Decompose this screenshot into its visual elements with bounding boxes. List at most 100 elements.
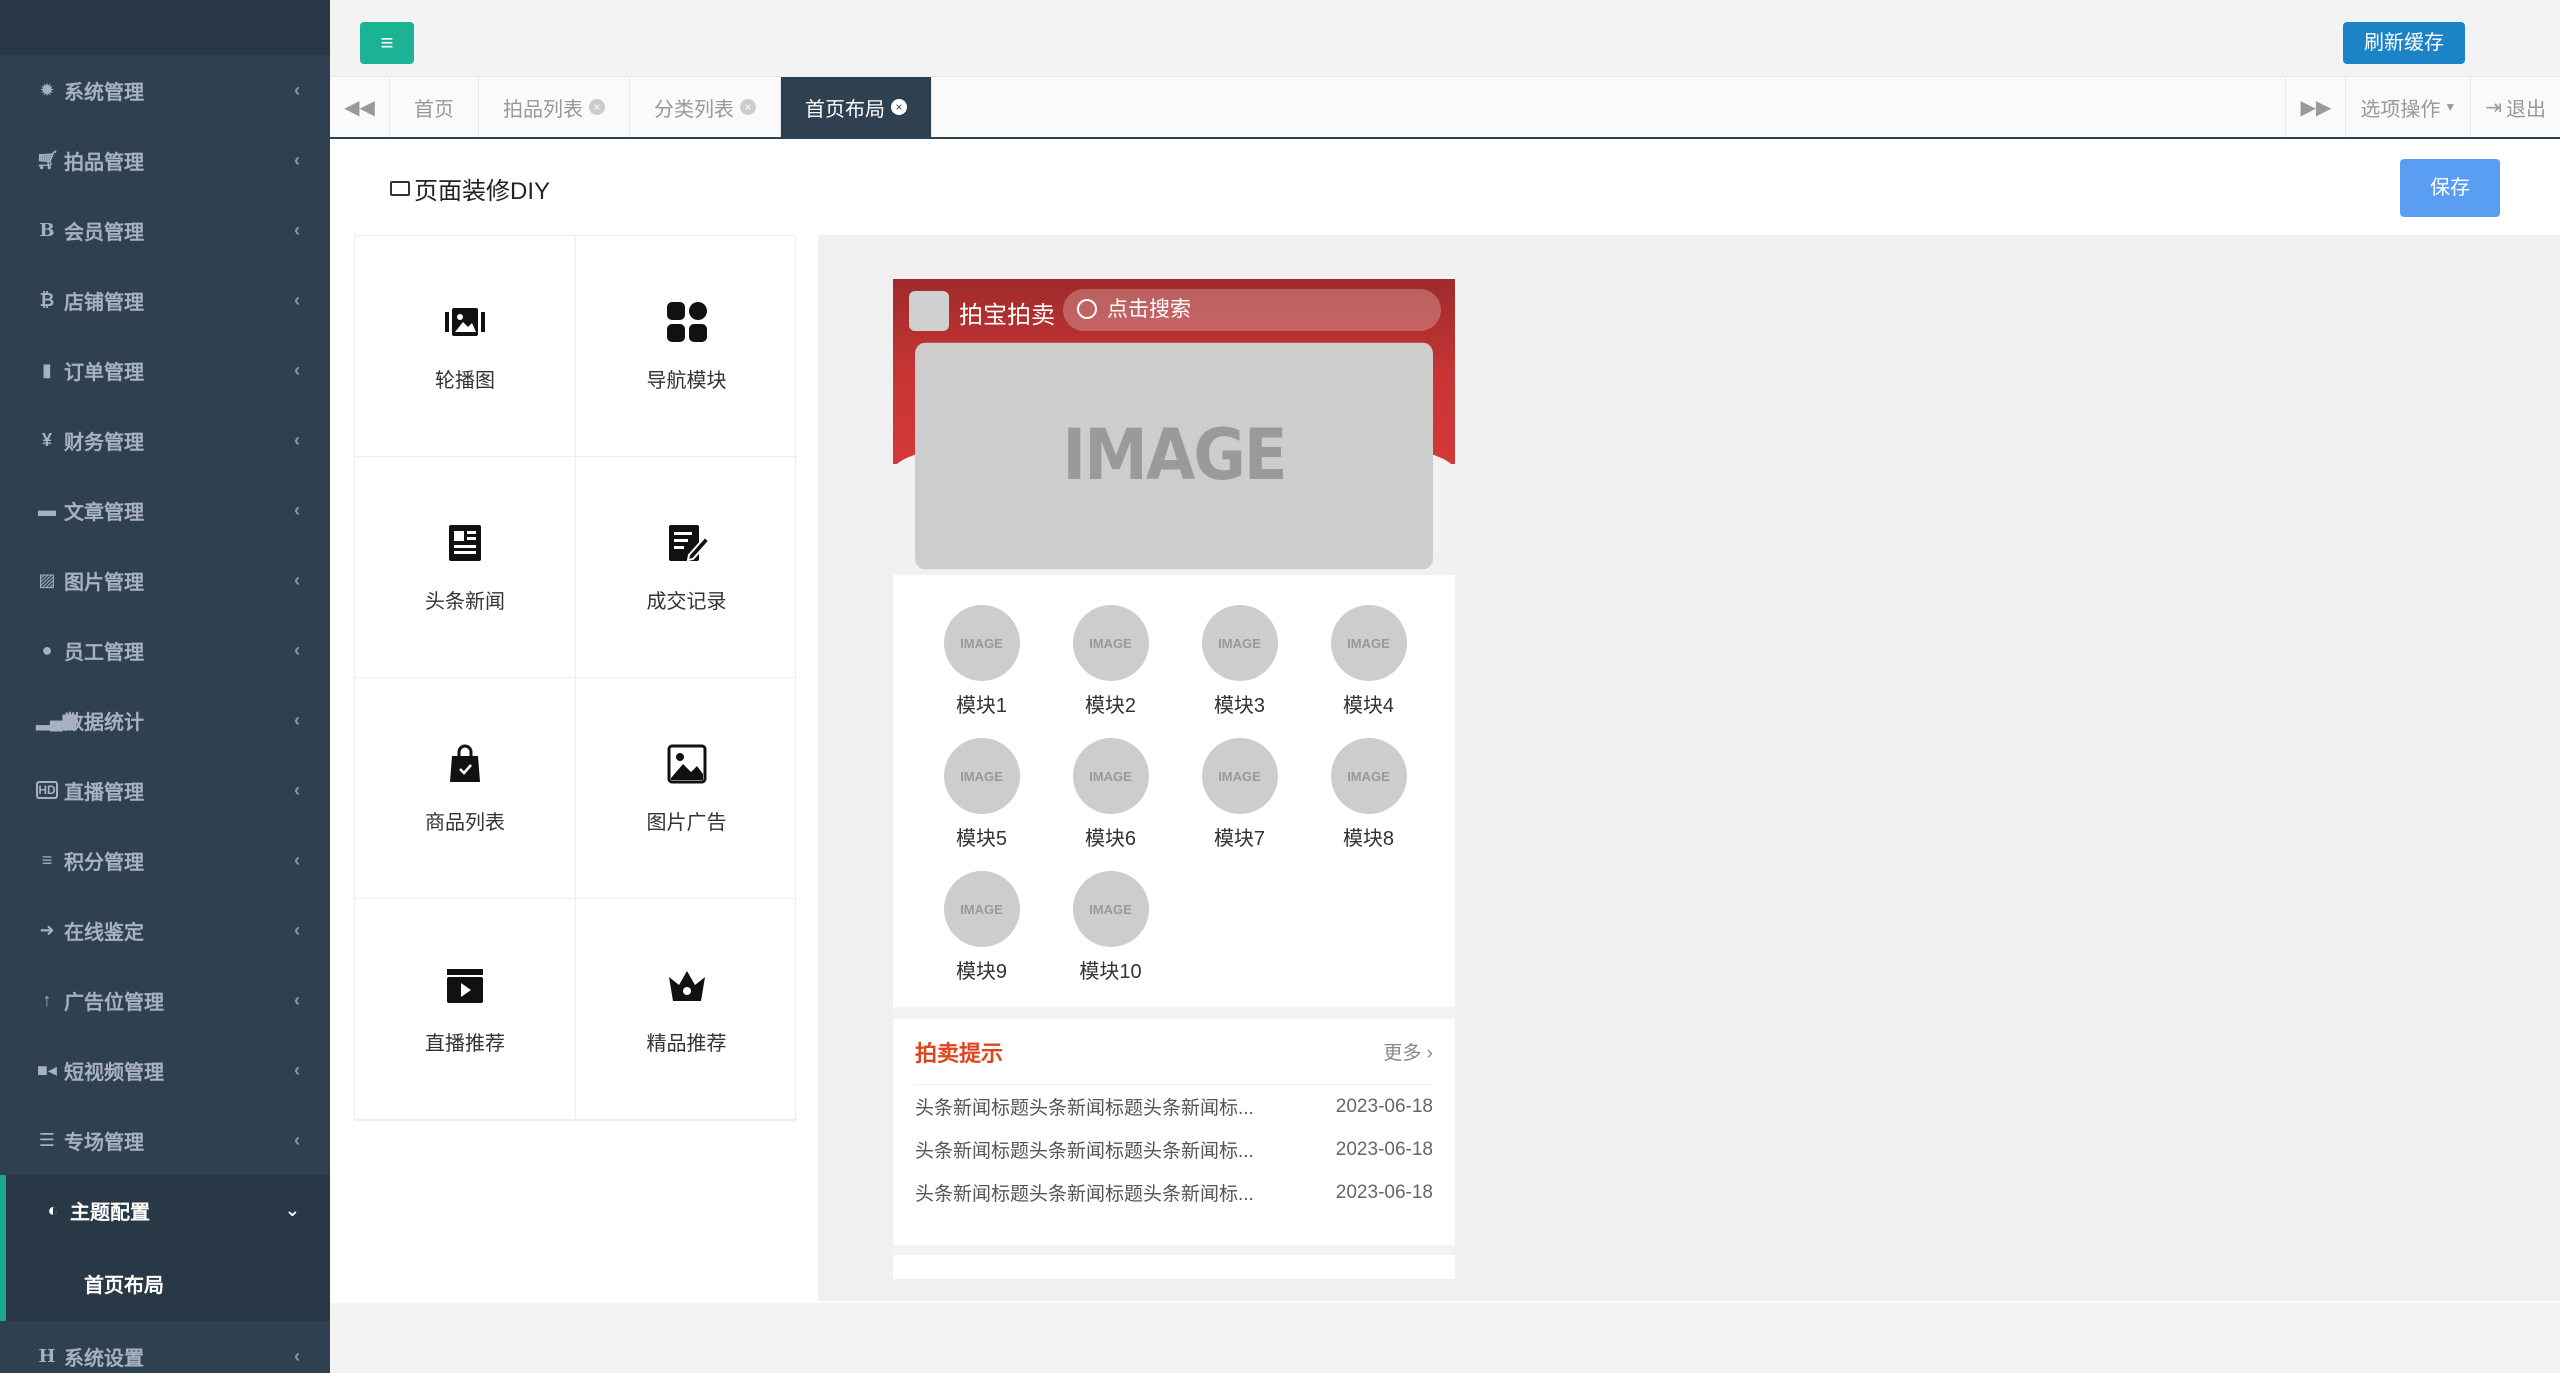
- sidebar-item-label: 会员管理: [64, 221, 144, 244]
- sidebar-item-lots[interactable]: 🛒︎ 拍品管理 ‹: [0, 125, 330, 195]
- list-icon: ☰: [38, 1129, 56, 1150]
- sidebar-item-orders[interactable]: ▮ 订单管理 ‹: [0, 335, 330, 405]
- page-header: 页面装修DIY 保存: [330, 139, 2560, 237]
- module-item[interactable]: IMAGE 模块3: [1175, 605, 1304, 718]
- close-icon[interactable]: ×: [891, 99, 907, 115]
- component-live-recommend[interactable]: 直播推荐: [355, 899, 576, 1120]
- menu-toggle-button[interactable]: ≡: [360, 22, 414, 64]
- chevron-down-icon: ⌄: [284, 1199, 300, 1220]
- chevron-left-icon: ‹: [294, 779, 300, 800]
- component-label: 直播推荐: [425, 1032, 505, 1055]
- page-title: 页面装修DIY: [414, 177, 551, 205]
- module-grid: IMAGE 模块1 IMAGE 模块2 IMAGE 模块3 IMAGE 模块4 IMAG…: [917, 605, 1455, 984]
- chevron-left-icon: ‹: [294, 919, 300, 940]
- tabs-scroll-left-button[interactable]: ◀◀: [330, 77, 390, 137]
- close-icon[interactable]: ×: [740, 99, 756, 115]
- component-palette: 轮播图 导航模块 头条新闻 成交记录 商品列表 图片广告 直播推荐 精品推荐: [354, 235, 797, 1121]
- options-dropdown[interactable]: 选项操作 ▼: [2345, 77, 2470, 137]
- chevron-right-icon: ›: [1421, 1043, 1433, 1064]
- sidebar-item-label: 员工管理: [64, 641, 144, 664]
- search-icon: [1077, 299, 1097, 319]
- sidebar-item-stats[interactable]: ▂▄▆ 数据统计 ‹: [0, 685, 330, 755]
- sidebar-item-label: 主题配置: [70, 1201, 150, 1224]
- component-product-list[interactable]: 商品列表: [355, 678, 576, 899]
- tab-category-list[interactable]: 分类列表 ×: [630, 77, 781, 137]
- sidebar-item-images[interactable]: ▨ 图片管理 ‹: [0, 545, 330, 615]
- sidebar-item-label: 数据统计: [64, 711, 144, 734]
- sidebar-item-label: 店铺管理: [64, 291, 144, 314]
- logout-label: 退出: [2506, 98, 2546, 121]
- module-item[interactable]: IMAGE 模块1: [917, 605, 1046, 718]
- component-headline-news[interactable]: 头条新闻: [355, 457, 576, 678]
- carousel-banner[interactable]: IMAGE: [915, 342, 1433, 570]
- tab-home[interactable]: 首页: [390, 77, 479, 137]
- more-link[interactable]: 更多 ›: [1383, 1038, 1433, 1065]
- sidebar-item-label: 系统设置: [64, 1347, 144, 1370]
- sidebar-item-label: 文章管理: [64, 501, 144, 524]
- sidebar-item-settings[interactable]: H 系统设置 ‹: [0, 1321, 330, 1373]
- save-button[interactable]: 保存: [2400, 159, 2500, 217]
- apps-icon: [666, 301, 707, 342]
- module-image: IMAGE: [1330, 738, 1407, 814]
- chevron-left-icon: ‹: [294, 1059, 300, 1080]
- tab-home-layout[interactable]: 首页布局 ×: [781, 77, 932, 137]
- sidebar-item-articles[interactable]: ▬ 文章管理 ‹: [0, 475, 330, 545]
- tabs-scroll-right-button[interactable]: ▶▶: [2285, 77, 2345, 137]
- sidebar-item-points[interactable]: ≡ 积分管理 ‹: [0, 825, 330, 895]
- logout-button[interactable]: ⇥ 退出: [2470, 77, 2560, 137]
- sidebar-item-short-video[interactable]: ■◂ 短视频管理 ‹: [0, 1035, 330, 1105]
- bold-icon: B: [39, 219, 55, 241]
- sidebar-subitem-home-layout[interactable]: 首页布局: [0, 1245, 330, 1321]
- news-row[interactable]: 头条新闻标题头条新闻标题头条新闻标... 2023-06-18: [915, 1085, 1433, 1128]
- close-icon[interactable]: ×: [589, 99, 605, 115]
- app-title: 拍宝拍卖: [959, 302, 1055, 329]
- sidebar-item-shops[interactable]: ₿ 店铺管理 ‹: [0, 265, 330, 335]
- sidebar-item-special[interactable]: ☰ 专场管理 ‹: [0, 1105, 330, 1175]
- news-row[interactable]: 头条新闻标题头条新闻标题头条新闻标... 2023-06-18: [915, 1128, 1433, 1171]
- module-item[interactable]: IMAGE 模块6: [1046, 738, 1175, 851]
- component-image-ad[interactable]: 图片广告: [576, 678, 797, 899]
- refresh-cache-button[interactable]: 刷新缓存: [2343, 22, 2465, 64]
- module-item[interactable]: IMAGE 模块7: [1175, 738, 1304, 851]
- sidebar-item-label: 广告位管理: [64, 991, 164, 1014]
- sidebar-item-ads[interactable]: ↑ 广告位管理 ‹: [0, 965, 330, 1035]
- component-deal-records[interactable]: 成交记录: [576, 457, 797, 678]
- sidebar-item-label: 订单管理: [64, 361, 144, 384]
- arrow-up-icon: ↑: [42, 989, 52, 1010]
- module-item[interactable]: IMAGE 模块5: [917, 738, 1046, 851]
- sidebar-item-members[interactable]: B 会员管理 ‹: [0, 195, 330, 265]
- module-item[interactable]: IMAGE 模块10: [1046, 871, 1175, 984]
- news-row[interactable]: 头条新闻标题头条新闻标题头条新闻标... 2023-06-18: [915, 1171, 1433, 1214]
- news-headline: 头条新闻标题头条新闻标题头条新闻标...: [915, 1141, 1254, 1162]
- options-label: 选项操作: [2360, 98, 2441, 121]
- sidebar-item-system[interactable]: ✹ 系统管理 ‹: [0, 55, 330, 125]
- module-image: IMAGE: [943, 738, 1020, 814]
- tab-lot-list[interactable]: 拍品列表 ×: [479, 77, 630, 137]
- news-date: 2023-06-18: [1335, 1138, 1433, 1160]
- component-label: 商品列表: [425, 811, 505, 834]
- component-carousel[interactable]: 轮播图: [355, 236, 576, 457]
- module-item[interactable]: IMAGE 模块4: [1304, 605, 1433, 718]
- contrast-icon: ◐: [47, 1199, 59, 1220]
- chevron-left-icon: ‹: [294, 429, 300, 450]
- component-featured-recommend[interactable]: 精品推荐: [576, 899, 797, 1120]
- tab-label: 首页布局: [805, 98, 885, 121]
- arrow-right-icon: ➜: [39, 919, 55, 940]
- sidebar-item-theme[interactable]: ◐ 主题配置 ⌄: [0, 1175, 330, 1245]
- tabs-spacer: [932, 77, 2285, 137]
- sidebar-item-appraisal[interactable]: ➜ 在线鉴定 ‹: [0, 895, 330, 965]
- component-nav[interactable]: 导航模块: [576, 236, 797, 457]
- sidebar-header: [0, 0, 330, 55]
- carousel-icon: [445, 307, 485, 336]
- forward-icon: ▶▶: [2300, 96, 2332, 119]
- chevron-left-icon: ‹: [294, 359, 300, 380]
- module-item[interactable]: IMAGE 模块2: [1046, 605, 1175, 718]
- module-item[interactable]: IMAGE 模块8: [1304, 738, 1433, 851]
- sidebar-item-finance[interactable]: ¥ 财务管理 ‹: [0, 405, 330, 475]
- sidebar-item-live[interactable]: HD 直播管理 ‹: [0, 755, 330, 825]
- chevron-left-icon: ‹: [294, 709, 300, 730]
- chevron-left-icon: ‹: [294, 219, 300, 240]
- sidebar-item-staff[interactable]: ● 员工管理 ‹: [0, 615, 330, 685]
- phone-search-input[interactable]: 点击搜索: [1063, 289, 1441, 331]
- module-item[interactable]: IMAGE 模块9: [917, 871, 1046, 984]
